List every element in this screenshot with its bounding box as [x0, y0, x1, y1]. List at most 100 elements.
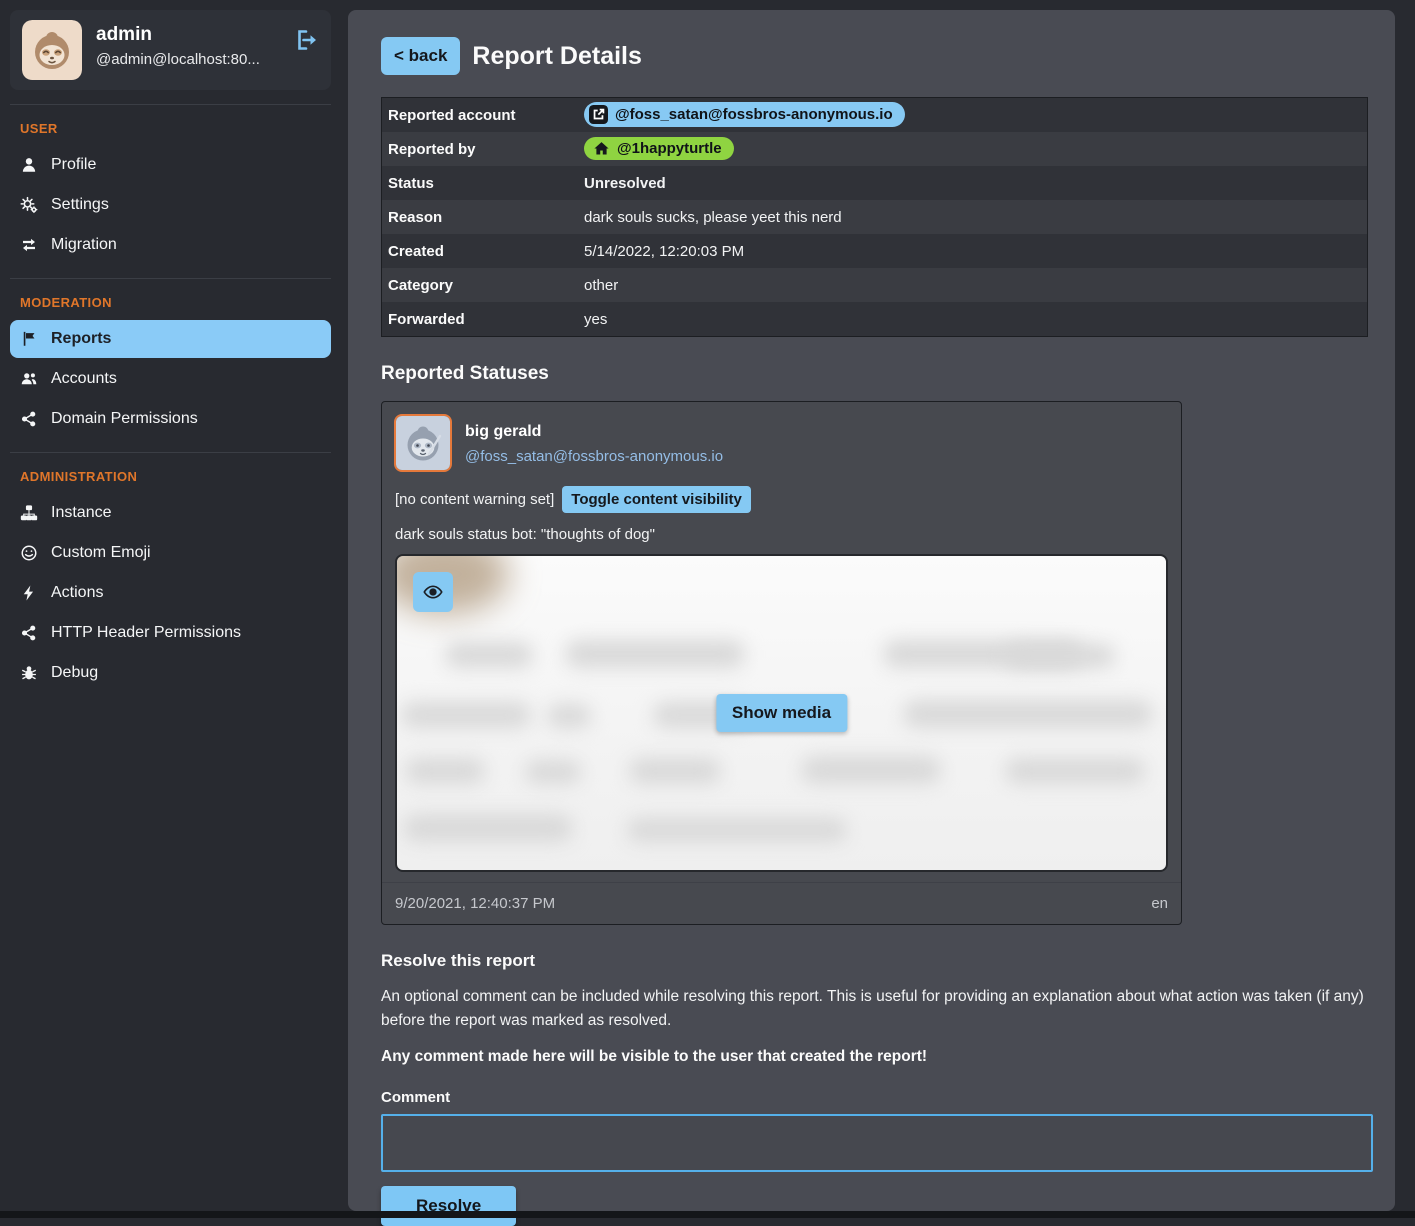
resolve-button[interactable]: Resolve	[381, 1186, 516, 1226]
users-icon	[20, 370, 38, 388]
home-icon	[593, 140, 610, 157]
blur-blob	[547, 704, 591, 728]
nav-section-user: USER Profile Settings Migration	[10, 104, 331, 264]
flag-icon	[20, 330, 38, 348]
reported-status-card: big gerald @foss_satan@fossbros-anonymou…	[381, 401, 1182, 925]
sidebar-item-domain-permissions[interactable]: Domain Permissions	[10, 400, 331, 438]
row-label: Reported by	[388, 141, 584, 158]
bolt-icon	[20, 584, 38, 602]
row-label: Forwarded	[388, 311, 584, 328]
table-row-reason: Reason dark souls sucks, please yeet thi…	[382, 200, 1367, 234]
sidebar-item-label: Actions	[51, 584, 103, 602]
table-row-reported-account: Reported account @foss_satan@fossbros-an…	[382, 98, 1367, 132]
status-media-blurred: Show media	[395, 554, 1168, 872]
sidebar-item-label: Domain Permissions	[51, 410, 198, 428]
sidebar-item-label: Reports	[51, 330, 111, 348]
status-header: big gerald @foss_satan@fossbros-anonymou…	[382, 402, 1181, 484]
bug-icon	[20, 664, 38, 682]
table-row-reported-by: Reported by @1happyturtle	[382, 132, 1367, 166]
user-name: admin	[96, 24, 281, 46]
row-label: Category	[388, 277, 584, 294]
comment-label: Comment	[381, 1089, 1368, 1106]
sidebar-item-actions[interactable]: Actions	[10, 574, 331, 612]
report-details-panel: < back Report Details Reported account @…	[348, 10, 1395, 1211]
row-label: Status	[388, 175, 584, 192]
sidebar-item-label: Accounts	[51, 370, 117, 388]
sitemap-icon	[20, 504, 38, 522]
content-warning-row: [no content warning set] Toggle content …	[382, 484, 1181, 513]
sidebar-item-reports[interactable]: Reports	[10, 320, 331, 358]
content-warning-text: [no content warning set]	[395, 491, 554, 508]
sidebar-item-http-header-permissions[interactable]: HTTP Header Permissions	[10, 614, 331, 652]
nav-section-moderation: MODERATION Reports Accounts	[10, 278, 331, 438]
gears-icon	[20, 196, 38, 214]
title-row: < back Report Details	[381, 37, 1368, 75]
external-link-icon	[589, 105, 608, 124]
blur-blob	[801, 756, 941, 784]
sidebar-item-settings[interactable]: Settings	[10, 186, 331, 224]
sidebar-item-custom-emoji[interactable]: Custom Emoji	[10, 534, 331, 572]
sidebar-item-label: HTTP Header Permissions	[51, 624, 241, 642]
blur-blob	[1005, 644, 1115, 668]
table-row-created: Created 5/14/2022, 12:20:03 PM	[382, 234, 1367, 268]
sidebar-item-debug[interactable]: Debug	[10, 654, 331, 692]
row-value: other	[584, 277, 618, 294]
blur-blob	[401, 702, 531, 728]
section-label: USER	[10, 117, 331, 144]
status-timestamp: 9/20/2021, 12:40:37 PM	[395, 895, 555, 912]
reported-by-badge[interactable]: @1happyturtle	[584, 137, 734, 160]
logout-icon[interactable]	[295, 28, 319, 52]
blur-blob	[627, 818, 847, 842]
migration-arrows-icon	[20, 236, 38, 254]
share-nodes-icon	[20, 410, 38, 428]
page-footer-strip	[0, 1211, 1415, 1218]
sidebar-item-profile[interactable]: Profile	[10, 146, 331, 184]
blur-blob	[565, 640, 745, 668]
blur-blob	[903, 700, 1153, 728]
row-value: Unresolved	[584, 175, 666, 192]
sidebar-item-instance[interactable]: Instance	[10, 494, 331, 532]
table-row-status: Status Unresolved	[382, 166, 1367, 200]
blur-blob	[445, 642, 533, 668]
comment-input[interactable]	[381, 1114, 1373, 1172]
user-handle: @admin@localhost:80...	[96, 51, 281, 68]
back-button[interactable]: < back	[381, 37, 460, 75]
user-meta: admin @admin@localhost:80...	[96, 20, 281, 68]
sidebar-item-accounts[interactable]: Accounts	[10, 360, 331, 398]
status-display-name: big gerald	[465, 423, 723, 441]
status-author-avatar[interactable]	[394, 414, 452, 472]
blur-blob	[629, 758, 721, 784]
hide-media-eye-button[interactable]	[413, 572, 453, 612]
blur-blob	[525, 760, 581, 784]
section-label: ADMINISTRATION	[10, 465, 331, 492]
status-handle-link[interactable]: @foss_satan@fossbros-anonymous.io	[465, 448, 723, 465]
user-card[interactable]: admin @admin@localhost:80...	[10, 10, 331, 90]
show-media-button[interactable]: Show media	[716, 694, 847, 732]
smiley-icon	[20, 544, 38, 562]
row-value: dark souls sucks, please yeet this nerd	[584, 209, 842, 226]
reported-account-badge[interactable]: @foss_satan@fossbros-anonymous.io	[584, 102, 905, 127]
section-label: MODERATION	[10, 291, 331, 318]
sidebar-item-label: Debug	[51, 664, 98, 682]
row-label: Created	[388, 243, 584, 260]
sidebar: admin @admin@localhost:80... USER Profil…	[10, 10, 331, 694]
sidebar-item-label: Profile	[51, 156, 96, 174]
row-value: yes	[584, 311, 607, 328]
blur-blob	[405, 758, 485, 784]
blur-blob	[403, 814, 573, 842]
reported-statuses-heading: Reported Statuses	[381, 363, 1368, 385]
blur-blob	[1005, 758, 1145, 784]
row-label: Reason	[388, 209, 584, 226]
resolve-heading: Resolve this report	[381, 951, 1368, 971]
status-language: en	[1151, 895, 1168, 912]
sidebar-item-migration[interactable]: Migration	[10, 226, 331, 264]
sidebar-item-label: Settings	[51, 196, 109, 214]
toggle-content-visibility-button[interactable]: Toggle content visibility	[562, 486, 751, 513]
user-icon	[20, 156, 38, 174]
table-row-category: Category other	[382, 268, 1367, 302]
admin-avatar	[22, 20, 82, 80]
sidebar-item-label: Custom Emoji	[51, 544, 151, 562]
resolve-description: An optional comment can be included whil…	[381, 985, 1368, 1033]
row-label: Reported account	[388, 107, 584, 124]
report-details-table: Reported account @foss_satan@fossbros-an…	[381, 97, 1368, 337]
